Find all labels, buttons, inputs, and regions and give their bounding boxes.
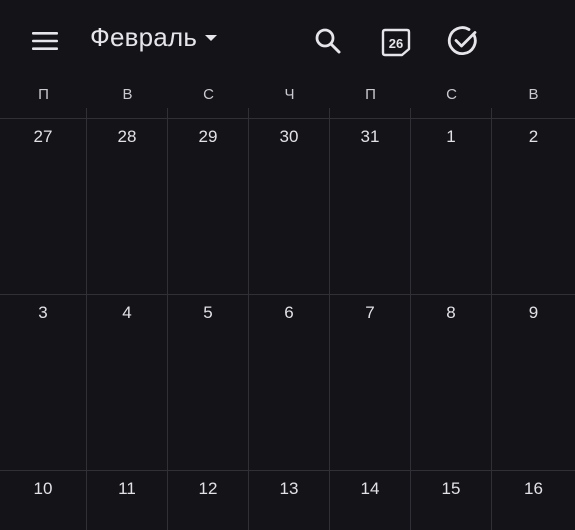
month-grid: 27 28 29 30 31 1 2 3 4 5 6 7 8 9 10 11 1…: [0, 108, 575, 530]
hamburger-menu-icon: [32, 32, 58, 50]
day-cell[interactable]: 3: [0, 295, 87, 470]
day-cell[interactable]: 10: [0, 471, 87, 530]
day-number: 4: [122, 303, 132, 322]
week-row: 3 4 5 6 7 8 9: [0, 294, 575, 470]
day-cell[interactable]: 4: [87, 295, 168, 470]
day-number: 28: [117, 127, 137, 146]
menu-button[interactable]: [28, 26, 62, 56]
day-number: 13: [279, 479, 299, 498]
calendar-app: Февраль 26 П В С Ч П С В 27 28 29 30 31 …: [0, 0, 575, 530]
day-number: 29: [198, 127, 218, 146]
calendar-today-icon: 26: [381, 28, 411, 57]
weekday-label: В: [528, 86, 539, 103]
weekday-label: Ч: [284, 86, 295, 103]
search-button[interactable]: [309, 22, 347, 60]
weekday-label: П: [38, 86, 49, 103]
tasks-button[interactable]: [444, 22, 482, 60]
day-number: 5: [203, 303, 213, 322]
day-number: 10: [33, 479, 53, 498]
weekday-label: В: [122, 86, 133, 103]
day-number: 27: [33, 127, 53, 146]
caret-down-icon: [205, 35, 218, 42]
day-cell[interactable]: 5: [168, 295, 249, 470]
day-cell[interactable]: 11: [87, 471, 168, 530]
day-cell[interactable]: 8: [411, 295, 492, 470]
day-cell[interactable]: 6: [249, 295, 330, 470]
weekday-header: П В С Ч П С В: [0, 84, 575, 108]
day-cell[interactable]: 1: [411, 119, 492, 294]
grid-column-separators: [0, 108, 575, 118]
day-number: 3: [38, 303, 48, 322]
day-number: 15: [441, 479, 461, 498]
top-app-bar: Февраль 26: [0, 0, 575, 82]
day-number: 9: [528, 303, 539, 322]
day-number: 8: [446, 303, 456, 322]
day-number: 6: [284, 303, 294, 322]
day-cell[interactable]: 12: [168, 471, 249, 530]
day-number: 31: [360, 127, 380, 146]
month-label: Февраль: [90, 22, 198, 52]
weekday-label: П: [365, 86, 376, 103]
day-cell[interactable]: 13: [249, 471, 330, 530]
weekday-label: С: [203, 86, 214, 103]
day-cell[interactable]: 27: [0, 119, 87, 294]
day-cell[interactable]: 9: [492, 295, 575, 470]
day-number: 7: [365, 303, 375, 322]
day-number: 30: [279, 127, 299, 146]
day-number: 2: [528, 127, 539, 146]
today-date-text: 26: [389, 36, 403, 51]
today-button[interactable]: 26: [377, 22, 415, 60]
day-number: 11: [118, 479, 136, 498]
week-row: 27 28 29 30 31 1 2: [0, 118, 575, 294]
day-number: 12: [198, 479, 218, 498]
day-number: 16: [524, 479, 543, 498]
day-cell[interactable]: 16: [492, 471, 575, 530]
day-cell[interactable]: 29: [168, 119, 249, 294]
day-cell[interactable]: 31: [330, 119, 411, 294]
day-cell[interactable]: 28: [87, 119, 168, 294]
day-cell[interactable]: 14: [330, 471, 411, 530]
weekday-label: С: [446, 86, 457, 103]
day-number: 14: [360, 479, 380, 498]
day-cell[interactable]: 30: [249, 119, 330, 294]
day-cell[interactable]: 2: [492, 119, 575, 294]
check-circle-icon: [447, 26, 477, 56]
search-icon: [315, 28, 341, 54]
day-cell[interactable]: 7: [330, 295, 411, 470]
week-row: 10 11 12 13 14 15 16: [0, 470, 575, 530]
month-selector[interactable]: Февраль: [90, 22, 218, 53]
day-cell[interactable]: 15: [411, 471, 492, 530]
day-number: 1: [446, 127, 456, 146]
